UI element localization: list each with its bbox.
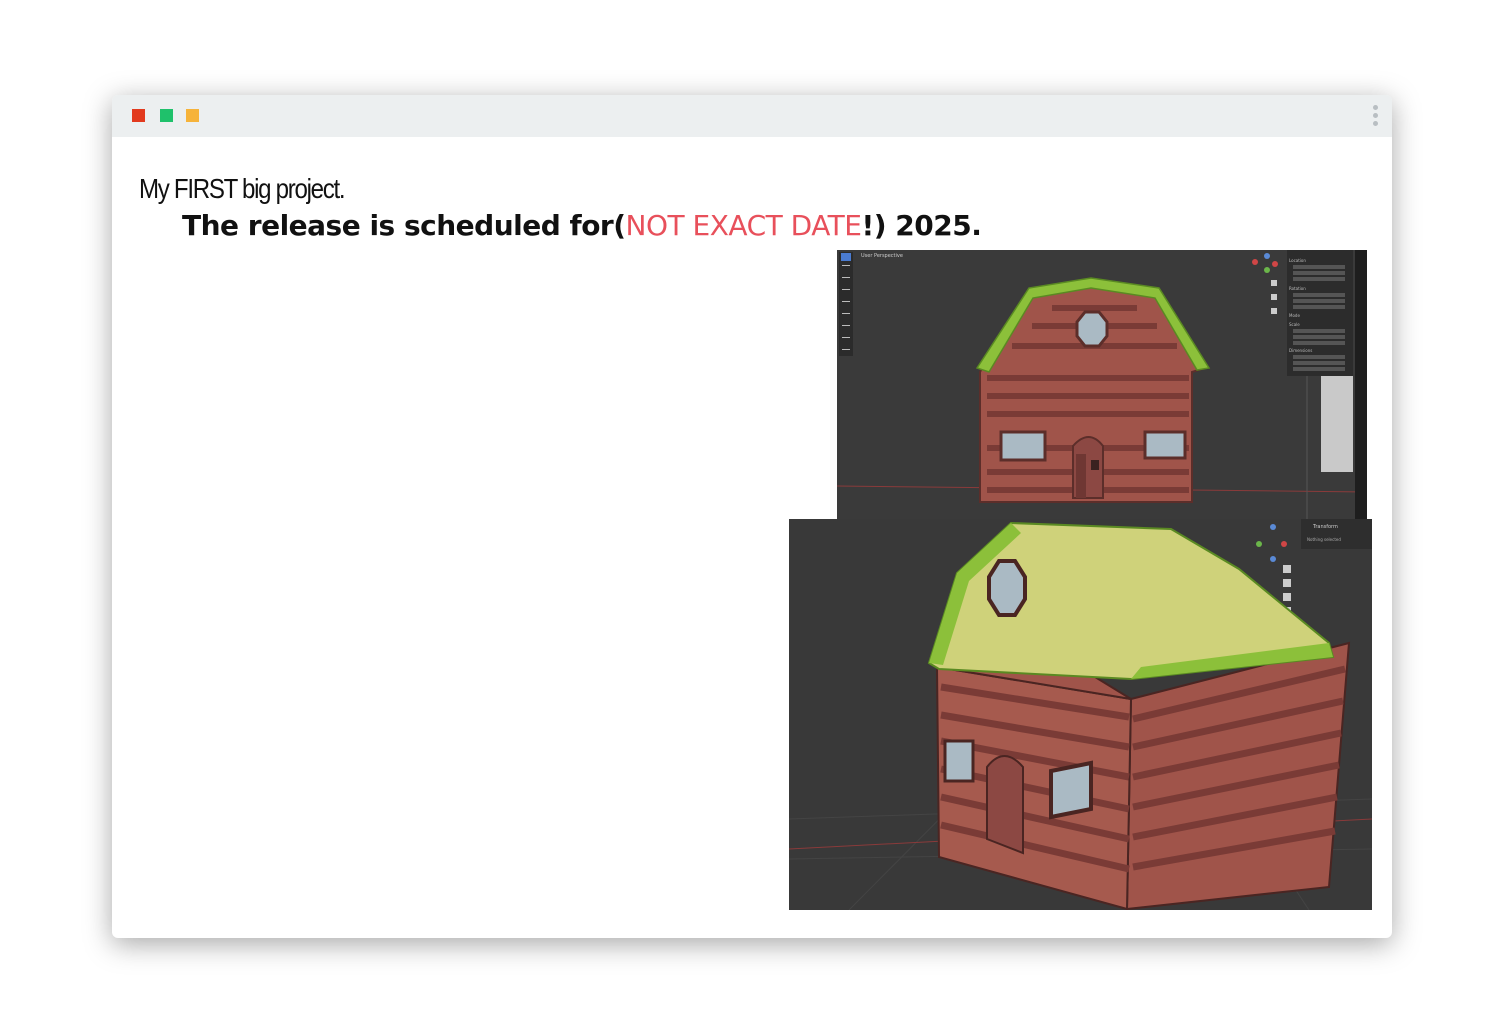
release-suffix: !) 2025. bbox=[861, 209, 982, 242]
vertical-ellipsis-icon[interactable] bbox=[1370, 105, 1380, 129]
viewport-front-screenshot: User Perspective Location Rotation Mode … bbox=[837, 250, 1367, 520]
transform-panel[interactable]: Transform Nothing selected bbox=[1301, 519, 1372, 549]
minimize-button[interactable] bbox=[186, 109, 199, 122]
maximize-button[interactable] bbox=[160, 109, 173, 122]
panel-section-location: Location bbox=[1289, 258, 1306, 263]
viewport-perspective-screenshot: Transform Nothing selected bbox=[789, 519, 1372, 910]
transform-panel-text: Nothing selected bbox=[1307, 537, 1341, 542]
app-window: My FIRST big project. The release is sch… bbox=[112, 95, 1392, 938]
view-label: User Perspective bbox=[861, 253, 903, 259]
transform-panel-title: Transform bbox=[1312, 524, 1338, 530]
panel-section-mode: Mode bbox=[1289, 313, 1300, 318]
panel-section-rotation: Rotation bbox=[1289, 286, 1306, 291]
panel-section-scale: Scale bbox=[1289, 322, 1300, 327]
post-title: My FIRST big project. bbox=[139, 173, 346, 204]
release-line: The release is scheduled for(NOT EXACT D… bbox=[182, 209, 982, 242]
release-prefix: The release is scheduled for( bbox=[182, 209, 626, 242]
panel-section-dimensions: Dimensions bbox=[1289, 348, 1312, 353]
title-bar bbox=[112, 95, 1392, 137]
toolbar-icon[interactable] bbox=[839, 252, 853, 356]
close-button[interactable] bbox=[132, 109, 145, 122]
release-highlight: NOT EXACT DATE bbox=[625, 209, 862, 242]
